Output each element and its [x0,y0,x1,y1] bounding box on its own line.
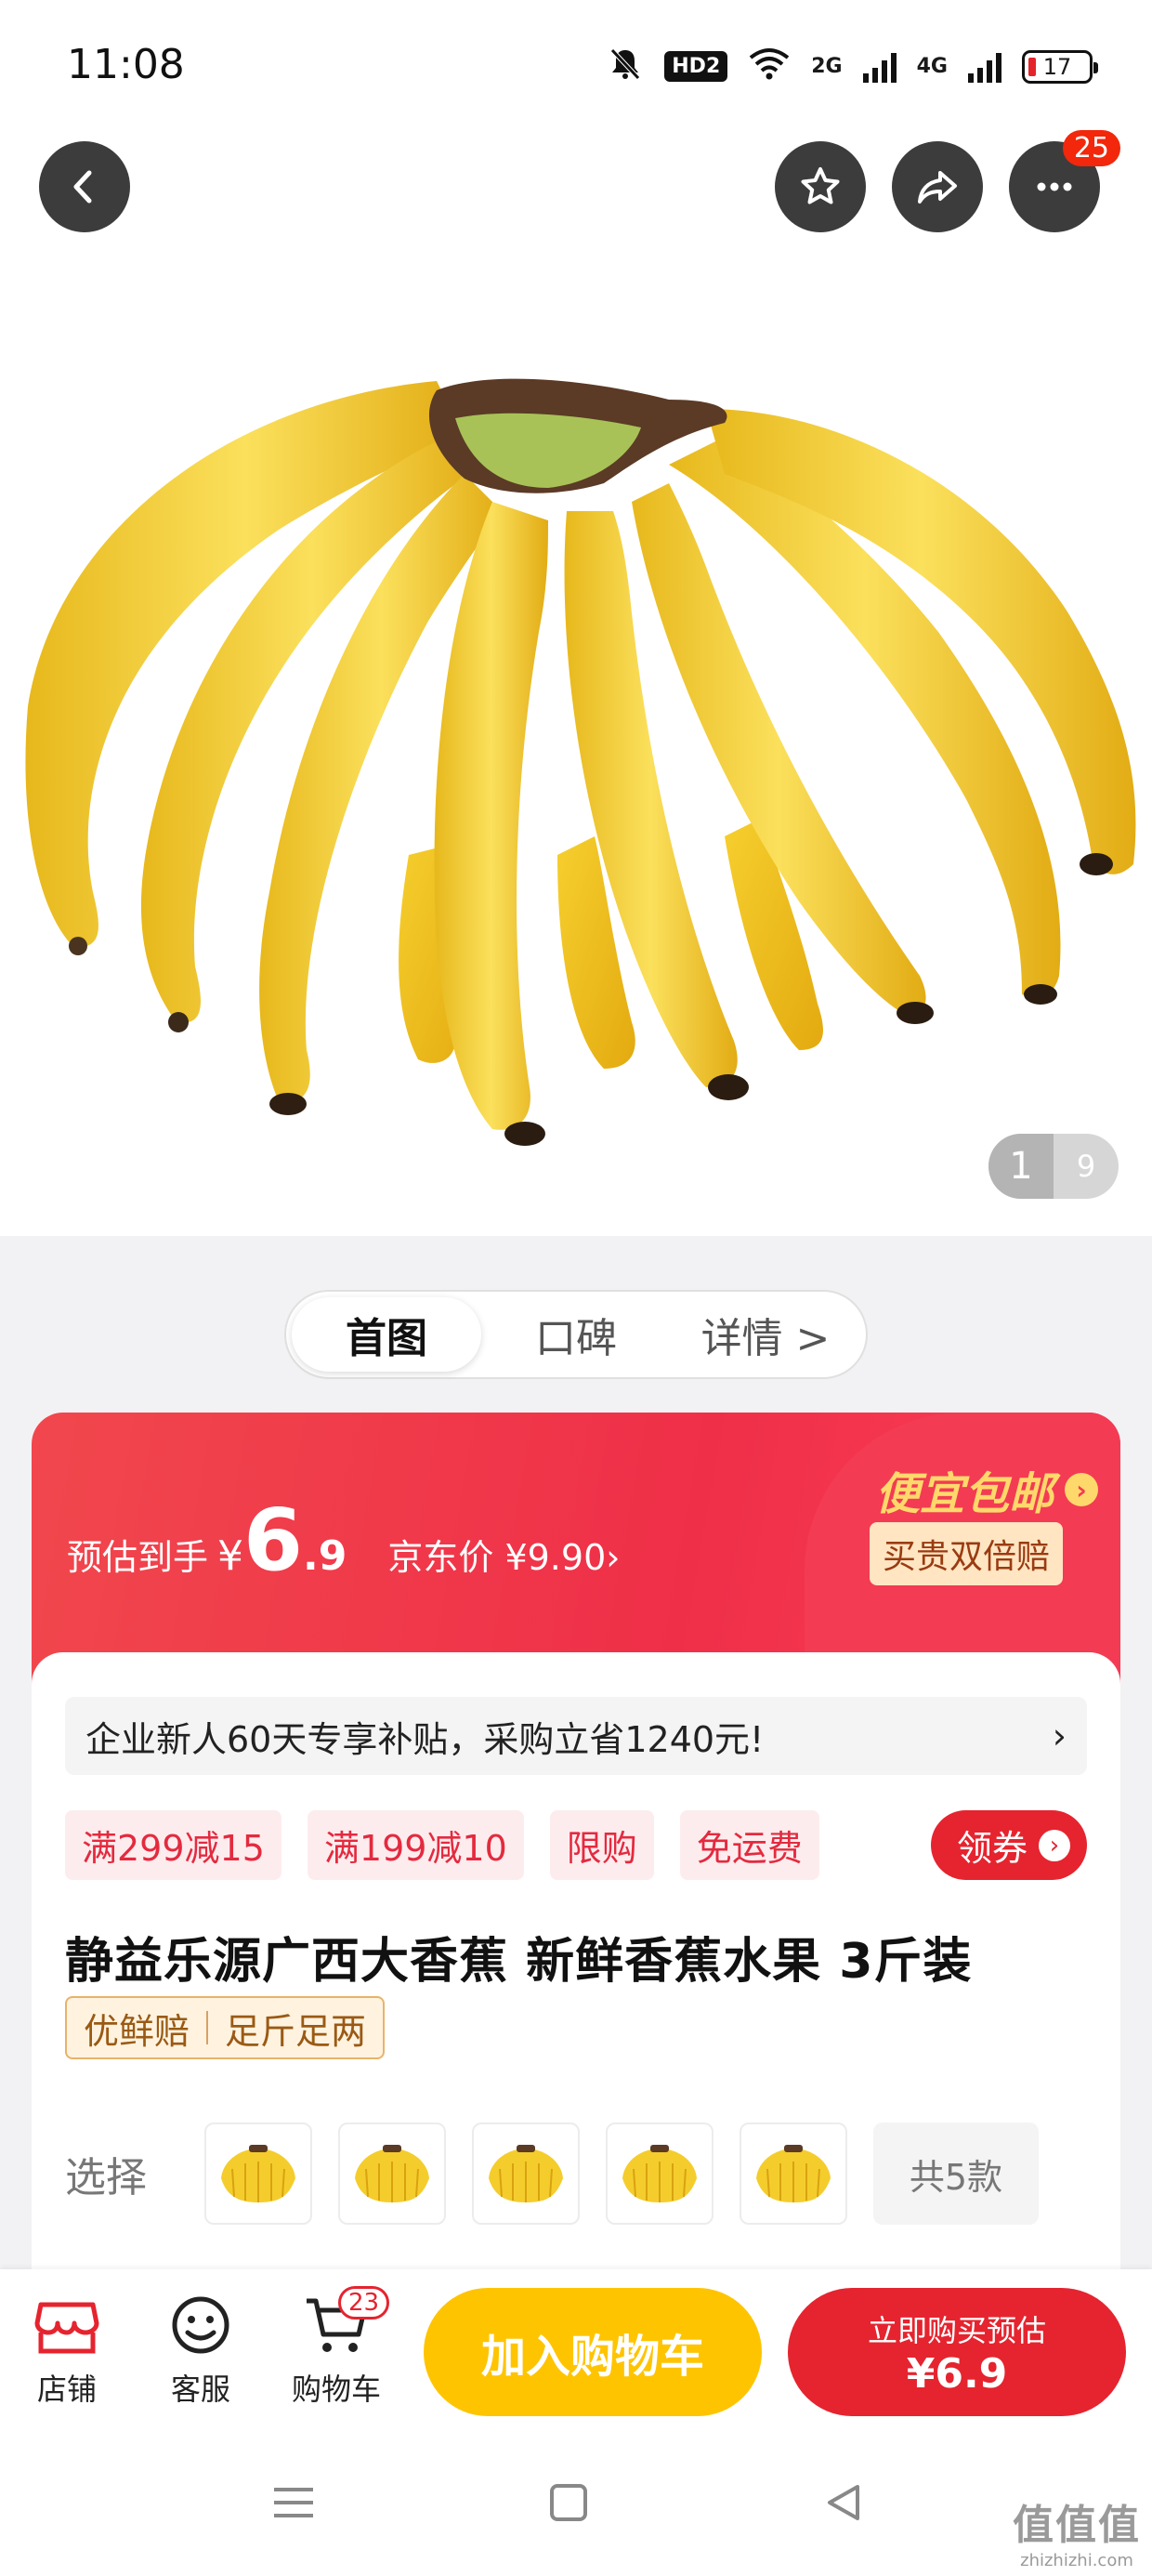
pager-current: 1 [988,1134,1054,1199]
store-label: 店铺 [36,2372,97,2407]
wifi-icon [748,46,791,86]
product-title: 静益乐源广西大香蕉 新鲜香蕉水果 3斤装 [65,1934,973,1990]
more-icon [1037,182,1072,191]
store-button[interactable]: 店铺 [11,2292,123,2409]
cart-button[interactable]: 23 购物车 [281,2286,392,2409]
gallery-pager: 1 9 [988,1134,1119,1199]
mute-icon [607,45,644,88]
price-integer: 6 [243,1491,304,1590]
watermark: 值值值 zhizhizhi.com [1013,2491,1141,2570]
coupon-row: 满299减15 满199减10 限购 免运费 领券 › [65,1810,1087,1880]
network-label-2g: 2G [811,54,843,78]
home-icon [550,2484,587,2521]
banana-thumbnail-image [622,2145,697,2202]
subsidy-text: 企业新人60天专享补贴，采购立省1240元! [85,1718,765,1760]
chevron-right-icon: › [1065,1473,1098,1506]
chevron-right-icon: › [1052,1715,1067,1756]
variant-thumbnail[interactable] [740,2123,847,2225]
total-styles[interactable]: 共5款 [873,2123,1039,2225]
banana-bunch-image [25,378,1136,1146]
get-coupon-label: 领券 [956,1828,1028,1869]
tab-main-image[interactable]: 首图 [292,1297,481,1372]
select-label: 选择 [65,2154,147,2201]
coupon-tag[interactable]: 满199减10 [307,1810,524,1880]
service-label: 客服 [170,2372,230,2407]
back-button[interactable] [39,141,130,232]
signal-icon [862,51,897,83]
jd-price-text: 京东价 ¥9.90 [387,1537,607,1578]
customer-service-button[interactable]: 客服 [145,2292,256,2409]
cart-badge: 23 [338,2286,390,2320]
guarantee-tag: 优鲜赔 [84,2010,190,2052]
signal-icon-2 [968,51,1001,83]
service-icon [172,2296,229,2354]
coupon-tag[interactable]: 免运费 [679,1810,819,1880]
more-button[interactable]: 25 [1009,130,1120,232]
variant-thumbnail[interactable] [472,2123,580,2225]
star-icon [801,167,840,204]
price-banner: 预估到手 ¥ 6 .9 京东价 ¥9.90› 便宜包邮 › 买贵双倍赔 [32,1413,1120,1691]
banana-thumbnail-image [489,2145,563,2202]
subsidy-bar[interactable]: 企业新人60天专享补贴，采购立省1240元! › [65,1697,1087,1775]
watermark-sub: zhizhizhi.com [1020,2551,1133,2570]
cart-label: 购物车 [291,2372,381,2407]
coupon-tag[interactable]: 满299减15 [65,1810,281,1880]
bottom-action-bar: 店铺 客服 23 购物车 加入购物车 立即购买预估 ¥6.9 [0,2269,1152,2433]
jd-price[interactable]: 京东价 ¥9.90› [387,1529,620,1580]
add-to-cart-button[interactable]: 加入购物车 [424,2288,762,2416]
promo-badge: 买贵双倍赔 [869,1522,1063,1585]
promo-title[interactable]: 便宜包邮 › [875,1457,1098,1522]
coupon-tag[interactable]: 限购 [549,1810,654,1880]
status-time: 11:08 [67,41,185,88]
tab-details[interactable]: 详情 > [671,1297,860,1372]
store-icon [34,2302,99,2354]
price-currency: ¥ [217,1532,244,1580]
back-nav-button[interactable] [806,2470,881,2535]
guarantee-tag: 足斤足两 [225,2010,367,2052]
promo-title-text: 便宜包邮 [874,1468,1054,1520]
variant-selector: 选择 共5款 [65,2123,1087,2225]
tab-reviews[interactable]: 口碑 [481,1297,671,1372]
variant-thumbnail[interactable] [204,2123,312,2225]
product-gallery[interactable]: 25 1 9 [0,130,1152,1236]
battery-level: 17 [1042,53,1072,80]
guarantee-tags[interactable]: 优鲜赔 足斤足两 [65,1996,386,2059]
media-tabs: 首图 口碑 详情 > [284,1290,868,1379]
message-badge: 25 [1062,130,1120,166]
menu-button[interactable] [256,2470,331,2535]
chevron-right-icon: › [606,1537,621,1578]
share-button[interactable] [892,141,983,232]
buy-now-price: ¥6.9 [906,2349,1008,2398]
hd-badge: HD2 [664,51,728,82]
system-navigation: 值值值 zhizhizhi.com [0,2433,1152,2576]
banana-thumbnail-image [221,2145,295,2202]
chevron-right-icon: › [1039,1829,1070,1861]
watermark-main: 值值值 [1013,2502,1141,2549]
back-icon [73,170,92,204]
buy-now-label: 立即购买预估 [867,2312,1046,2348]
home-button[interactable] [531,2470,606,2535]
price-decimal: .9 [303,1532,347,1580]
price-label: 预估到手 [67,1537,209,1578]
banana-thumbnail-image [355,2145,429,2202]
variant-thumbnail[interactable] [338,2123,446,2225]
buy-now-button[interactable]: 立即购买预估 ¥6.9 [788,2288,1126,2416]
banana-thumbnail-image [756,2145,831,2202]
status-bar: 11:08 HD2 2G 4G 17 [0,0,1152,130]
variant-thumbnail[interactable] [606,2123,713,2225]
network-label-4g: 4G [916,54,948,78]
share-icon [918,171,957,204]
favorite-button[interactable] [775,141,866,232]
estimated-price: 预估到手 ¥ 6 .9 京东价 ¥9.90› [67,1491,620,1590]
menu-icon [274,2488,313,2517]
back-triangle-icon [828,2485,859,2520]
pager-total: 9 [1076,1149,1096,1184]
status-icons: HD2 2G 4G 17 [607,45,1098,88]
battery-icon: 17 [1022,49,1098,84]
get-coupon-button[interactable]: 领券 › [930,1810,1087,1880]
